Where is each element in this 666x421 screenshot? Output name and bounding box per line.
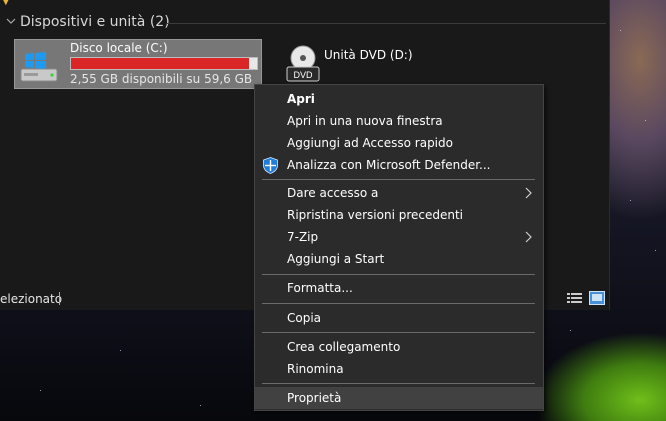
star: [630, 200, 631, 201]
drive-d-item[interactable]: DVD Unità DVD (D:): [286, 40, 416, 86]
menu-item-pin-quick-access[interactable]: Aggiungi ad Accesso rapido: [255, 132, 543, 154]
menu-item-label: 7-Zip: [287, 230, 319, 244]
star: [570, 330, 571, 331]
star: [620, 30, 621, 31]
menu-item-label: Aggiungi ad Accesso rapido: [287, 136, 453, 150]
star: [40, 390, 41, 391]
menu-item-label: Crea collegamento: [287, 340, 401, 354]
menu-item-label: Formatta...: [287, 281, 353, 295]
menu-item-label: Copia: [287, 311, 322, 325]
status-separator: [59, 292, 60, 305]
menu-item-label: Apri: [287, 92, 315, 106]
chevron-down-icon[interactable]: [5, 14, 17, 28]
dvd-logo-text: DVD: [293, 70, 313, 80]
menu-separator: [262, 303, 535, 304]
defender-shield-icon: [263, 157, 278, 174]
menu-item-give-access[interactable]: Dare accesso a: [255, 182, 543, 204]
drive-name: Unità DVD (D:): [324, 48, 413, 62]
drive-free-space: 2,55 GB disponibili su 59,6 GB: [70, 72, 253, 86]
menu-item-label: Rinomina: [287, 362, 344, 376]
group-title: Dispositivi e unità (2): [20, 14, 170, 30]
devices-group-header[interactable]: Dispositivi e unità (2): [0, 12, 609, 34]
submenu-arrow-icon: [525, 231, 532, 243]
menu-item-create-shortcut[interactable]: Crea collegamento: [255, 336, 543, 358]
menu-separator: [262, 383, 535, 384]
group-divider: [166, 23, 606, 24]
menu-item-7zip[interactable]: 7-Zip: [255, 226, 543, 248]
menu-item-pin-start[interactable]: Aggiungi a Start: [255, 248, 543, 270]
menu-item-defender-scan[interactable]: Analizza con Microsoft Defender...: [255, 154, 543, 176]
submenu-arrow-icon: [525, 187, 532, 199]
details-view-icon[interactable]: [567, 292, 582, 305]
menu-item-restore-versions[interactable]: Ripristina versioni precedenti: [255, 204, 543, 226]
large-icons-view-icon[interactable]: [589, 291, 605, 305]
drive-name: Disco locale (C:): [70, 41, 168, 55]
menu-separator: [262, 274, 535, 275]
dvd-drive-icon: DVD: [286, 45, 320, 82]
menu-item-properties[interactable]: Proprietà: [255, 387, 543, 409]
windows-drive-icon: [20, 52, 58, 82]
drive-c-item[interactable]: Disco locale (C:) 2,55 GB disponibili su…: [14, 39, 262, 89]
menu-item-open[interactable]: Apri: [255, 88, 543, 110]
context-menu: Apri Apri in una nuova finestra Aggiungi…: [254, 84, 544, 411]
menu-item-format[interactable]: Formatta...: [255, 277, 543, 299]
menu-item-label: Analizza con Microsoft Defender...: [287, 158, 491, 172]
drive-usage-fill: [71, 58, 249, 69]
menu-item-copy[interactable]: Copia: [255, 307, 543, 329]
menu-separator: [262, 179, 535, 180]
star: [200, 405, 201, 406]
star: [645, 120, 646, 121]
menu-item-label: Dare accesso a: [287, 186, 379, 200]
menu-item-label: Ripristina versioni precedenti: [287, 208, 464, 222]
menu-item-open-new-window[interactable]: Apri in una nuova finestra: [255, 110, 543, 132]
menu-item-rename[interactable]: Rinomina: [255, 358, 543, 380]
quick-access-folder-icon: ▼: [2, 0, 10, 7]
drive-usage-bar: [70, 57, 258, 70]
status-selection-text: elezionato: [0, 292, 63, 306]
star: [120, 350, 121, 351]
menu-item-label: Apri in una nuova finestra: [287, 114, 443, 128]
star: [655, 250, 656, 251]
menu-item-label: Proprietà: [287, 391, 342, 405]
menu-item-label: Aggiungi a Start: [287, 252, 385, 266]
menu-separator: [262, 332, 535, 333]
